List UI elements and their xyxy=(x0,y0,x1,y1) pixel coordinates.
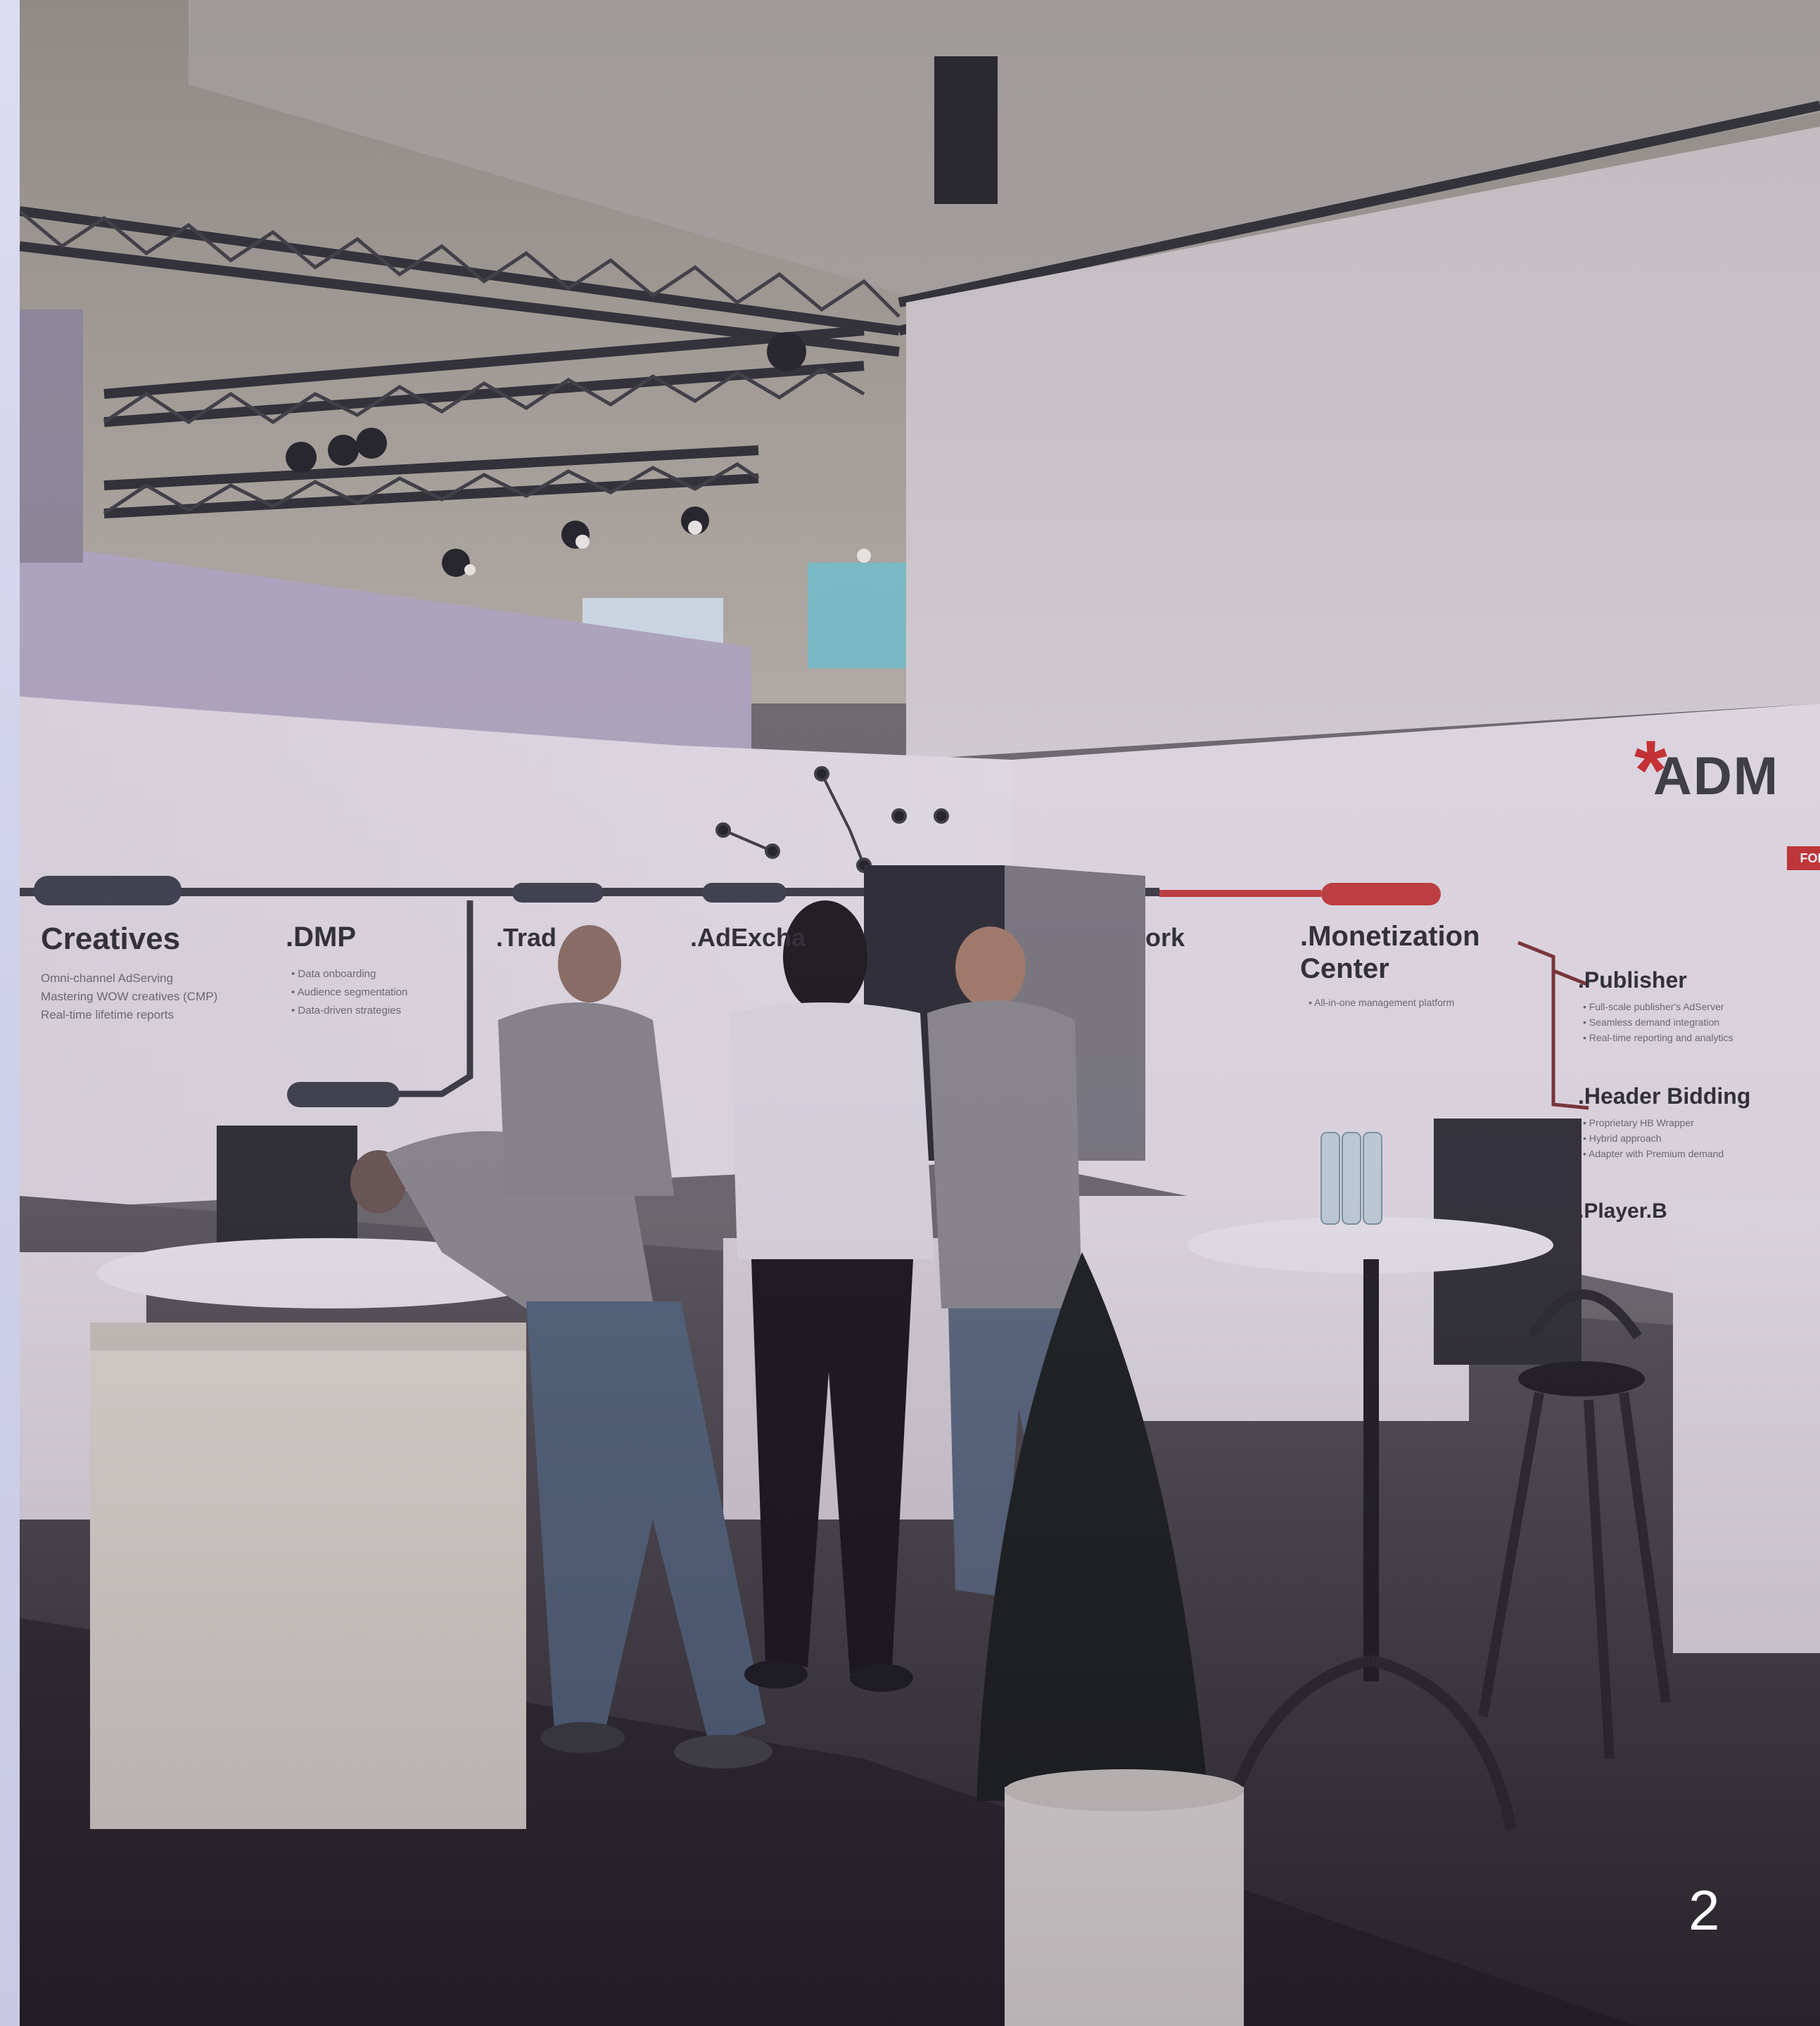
section-subtitle-publisher: • Full-scale publisher's AdServer • Seam… xyxy=(1583,1001,1733,1043)
section-subtitle-header-bidding: • Proprietary HB Wrapper • Hybrid approa… xyxy=(1583,1117,1724,1159)
booth-scene-illustration xyxy=(20,0,1820,2026)
section-title-player: .Player.B xyxy=(1578,1199,1667,1223)
section-title-adexchange: .AdExcha xyxy=(690,923,806,952)
slide: Creatives Omni-channel AdServing Masteri… xyxy=(0,0,1820,2026)
section-subtitle-monetization-center: • All-in-one management platform xyxy=(1309,997,1455,1008)
brand-tag: FOR xyxy=(1787,846,1820,870)
section-title-creatives: Creatives xyxy=(41,922,181,956)
section-subtitle-creatives: Omni-channel AdServing Mastering WOW cre… xyxy=(41,971,218,1021)
section-title-monetization-center: .Monetization Center xyxy=(1300,921,1480,984)
page-number: 2 xyxy=(1688,1879,1720,1942)
section-title-header-bidding: .Header Bidding xyxy=(1578,1083,1751,1109)
exhibition-booth-photo: Creatives Omni-channel AdServing Masteri… xyxy=(20,0,1820,2026)
section-title-publisher: .Publisher xyxy=(1578,967,1687,993)
brand-logo-text: ADM xyxy=(1653,746,1780,806)
section-title-trading-desk: .Trad xyxy=(496,923,557,952)
section-title-network: ork xyxy=(1145,923,1185,952)
section-title-dmp: .DMP xyxy=(286,922,356,953)
section-subtitle-dmp: • Data onboarding • Audience segmentatio… xyxy=(291,968,408,1017)
